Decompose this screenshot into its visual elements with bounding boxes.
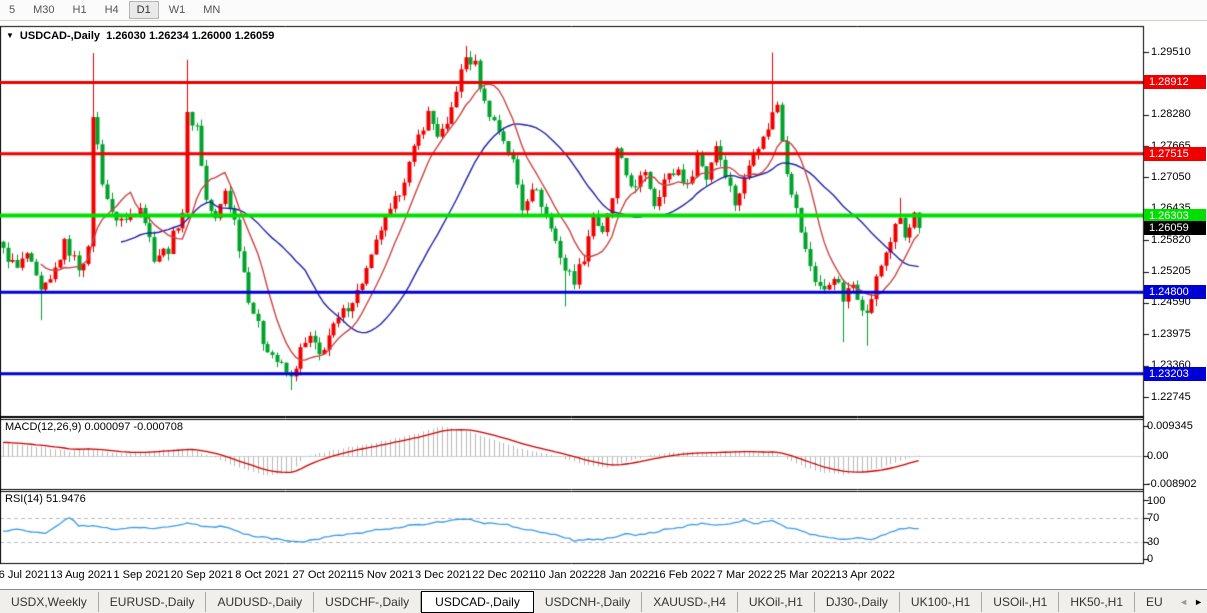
symbol-tab-usdcnh-daily[interactable]: USDCNH-,Daily [534,592,642,612]
symbol-tab-xauusd-h4[interactable]: XAUUSD-,H4 [642,592,738,612]
symbol-tab-usoil-h1[interactable]: USOil-,H1 [982,592,1059,612]
timeframe-button-h4[interactable]: H4 [97,1,127,19]
date-axis-label: 13 Aug 2021 [50,569,112,581]
date-axis-label: 13 Apr 2022 [836,569,895,581]
timeframe-button-h1[interactable]: H1 [65,1,95,19]
rsi-axis-tick: 30 [1147,536,1159,548]
macd-label: MACD(12,26,9) 0.000097 -0.000708 [5,421,183,433]
symbol-tab-eurusd-daily[interactable]: EURUSD-,Daily [99,592,207,612]
rsi-label: RSI(14) 51.9476 [5,493,86,505]
macd-axis-tick: 0.00 [1147,450,1168,462]
symbol-tab-ukoil-h1[interactable]: UKOil-,H1 [738,592,815,612]
rsi-axis-tick: 70 [1147,512,1159,524]
symbol-tab-dj30-daily[interactable]: DJ30-,Daily [815,592,900,612]
price-level-badge: 1.27515 [1144,147,1206,161]
timeframe-button-mn[interactable]: MN [195,1,228,19]
price-axis-tick: 1.28280 [1151,108,1191,120]
date-axis-label: 1 Sep 2021 [113,569,169,581]
price-chart-canvas[interactable] [0,0,1207,613]
symbol-tab-uk100-h1[interactable]: UK100-,H1 [900,592,982,612]
date-axis-label: 16 Feb 2022 [653,569,715,581]
timeframe-button-5[interactable]: 5 [1,1,23,19]
date-axis-label: 8 Oct 2021 [235,569,289,581]
price-axis-tick: 1.25205 [1151,265,1191,277]
rsi-name: RSI(14) [5,493,43,505]
price-axis-tick: 1.29510 [1151,46,1191,58]
macd-name: MACD(12,26,9) [5,421,81,433]
price-level-badge: 1.24800 [1144,285,1206,299]
timeframe-button-w1[interactable]: W1 [161,1,194,19]
date-axis-label: 20 Sep 2021 [171,569,233,581]
price-level-badge: 1.23203 [1144,367,1206,381]
price-axis-tick: 1.25820 [1151,234,1191,246]
symbol-tabbar: USDX,WeeklyEURUSD-,DailyAUDUSD-,DailyUSD… [0,589,1207,613]
date-axis-label: 15 Nov 2021 [352,569,414,581]
tab-scroll-left-icon[interactable]: ◄ [1179,590,1188,613]
chart-ohlc-values: 1.26030 1.26234 1.26000 1.26059 [106,30,274,42]
date-axis-label: 28 Jan 2022 [594,569,655,581]
chart-title: ▼ USDCAD-,Daily 1.26030 1.26234 1.26000 1… [6,30,274,42]
macd-axis-tick: 0.009345 [1147,420,1193,432]
price-axis-tick: 1.22745 [1151,391,1191,403]
tab-scroll-right-icon[interactable]: ► [1194,590,1203,613]
timeframe-toolbar: 5M30H1H4D1W1MN [0,0,1207,21]
mt4-terminal: 5M30H1H4D1W1MN ▼ USDCAD-,Daily 1.26030 1.… [0,0,1207,613]
macd-axis-tick: -0.008902 [1147,478,1197,490]
tab-scroll-arrows: ◄ ► [1169,590,1207,613]
rsi-value: 51.9476 [46,493,86,505]
symbol-tab-hk50-h1[interactable]: HK50-,H1 [1059,592,1135,612]
date-axis-label: 26 Jul 2021 [0,569,49,581]
symbol-tab-usdchf-daily[interactable]: USDCHF-,Daily [314,592,421,612]
chart-symbol-label: USDCAD-,Daily [20,30,100,42]
chart-collapse-icon[interactable]: ▼ [6,31,14,40]
symbol-tab-eu[interactable]: EU [1135,592,1174,612]
symbol-tab-usdcad-daily[interactable]: USDCAD-,Daily [421,591,534,613]
rsi-axis-tick: 0 [1147,553,1153,565]
timeframe-button-d1[interactable]: D1 [129,1,159,19]
date-axis-label: 27 Oct 2021 [293,569,353,581]
timeframe-button-m30[interactable]: M30 [25,1,62,19]
symbol-tab-usdx-weekly[interactable]: USDX,Weekly [0,592,99,612]
price-axis-tick: 1.27050 [1151,171,1191,183]
symbol-tab-audusd-daily[interactable]: AUDUSD-,Daily [206,592,314,612]
date-axis-label: 22 Dec 2021 [472,569,534,581]
price-axis-tick: 1.23975 [1151,328,1191,340]
current-price-badge: 1.26059 [1144,221,1206,235]
price-level-badge: 1.28912 [1144,75,1206,89]
rsi-axis-tick: 100 [1147,495,1165,507]
date-axis-label: 10 Jan 2022 [533,569,594,581]
date-axis-label: 3 Dec 2021 [415,569,471,581]
date-axis-label: 25 Mar 2022 [774,569,836,581]
macd-values: 0.000097 -0.000708 [84,421,182,433]
date-axis-label: 7 Mar 2022 [717,569,773,581]
